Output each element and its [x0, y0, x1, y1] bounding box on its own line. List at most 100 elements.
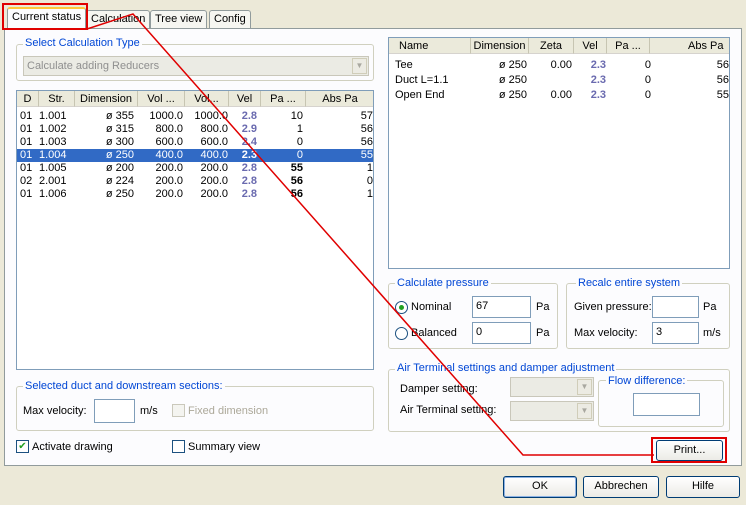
col-header-vel[interactable]: Vel	[229, 91, 261, 107]
cell-dim: ø 224	[105, 175, 134, 187]
calc-pressure-title: Calculate pressure	[395, 277, 491, 289]
col-header-vol1[interactable]: Vol ...	[138, 91, 185, 107]
cell-dim: ø 250	[105, 188, 134, 200]
tab-label: Calculation	[91, 13, 146, 25]
cell-vol2: 200.0	[200, 162, 228, 174]
flow-difference-field	[633, 393, 700, 416]
nominal-label: Nominal	[411, 301, 452, 313]
table-row[interactable]: 01 1.001 ø 355 1000.0 1000.0 2.8 10 57	[17, 110, 373, 123]
selected-max-velocity-field[interactable]	[94, 399, 135, 423]
cell-vol2: 400.0	[200, 149, 228, 161]
tab-label: Current status	[12, 11, 82, 23]
balanced-pressure-field[interactable]: 0	[472, 322, 531, 344]
table-row[interactable]: Tee ø 250 0.00 2.3 0 56	[389, 59, 729, 72]
recalc-max-velocity-label: Max velocity:	[574, 327, 638, 339]
nominal-unit: Pa	[536, 301, 550, 313]
table-row[interactable]: 02 2.001 ø 224 200.0 200.0 2.8 56 0	[17, 175, 373, 188]
activate-drawing-label: Activate drawing	[32, 441, 113, 453]
ok-button[interactable]: OK	[503, 476, 577, 498]
cell-abs: 56	[360, 136, 373, 148]
col-header-dimension[interactable]: Dimension	[471, 38, 529, 54]
cell-pa: 10	[290, 110, 303, 122]
table-row[interactable]: Open End ø 250 0.00 2.3 0 55	[389, 89, 729, 102]
table-row[interactable]: 01 1.002 ø 315 800.0 800.0 2.9 1 56	[17, 123, 373, 136]
chevron-down-icon: ▼	[577, 403, 592, 419]
calc-type-select[interactable]: Calculate adding Reducers ▼	[23, 56, 369, 76]
cell-pa: 55	[290, 162, 303, 174]
cell-vol1: 800.0	[155, 123, 183, 135]
nominal-pressure-field[interactable]: 67	[472, 296, 531, 318]
summary-view-label: Summary view	[188, 441, 261, 453]
col-header-zeta[interactable]: Zeta	[529, 38, 574, 54]
component-list[interactable]: Name Dimension Zeta Vel Pa ... Abs Pa Te…	[388, 37, 730, 269]
cell-zeta: 0.00	[550, 59, 572, 71]
cell-pa: 0	[644, 74, 651, 86]
tab-current-status[interactable]: Current status	[7, 7, 87, 30]
cell-vol1: 200.0	[155, 175, 183, 187]
cell-pa: 0	[644, 89, 651, 101]
cell-pa: 0	[296, 136, 303, 148]
col-header-name[interactable]: Name	[389, 38, 471, 54]
fixed-dimension-checkbox[interactable]	[172, 404, 185, 417]
help-button[interactable]: Hilfe	[666, 476, 740, 498]
balanced-radio[interactable]	[395, 327, 408, 340]
cell-d: 01	[20, 123, 33, 135]
cell-dim: ø 300	[105, 136, 134, 148]
damper-setting-select[interactable]: ▼	[510, 377, 594, 397]
calc-type-value: Calculate adding Reducers	[27, 60, 160, 72]
cell-pa: 56	[290, 188, 303, 200]
col-header-d[interactable]: D	[17, 91, 39, 107]
cell-vol2: 200.0	[200, 188, 228, 200]
table-row[interactable]: 01 1.005 ø 200 200.0 200.0 2.8 55 1	[17, 162, 373, 175]
cancel-button[interactable]: Abbrechen	[583, 476, 659, 498]
cell-vel: 2.4	[241, 136, 257, 148]
selected-duct-title: Selected duct and downstream sections:	[23, 380, 225, 392]
cell-vol1: 1000.0	[149, 110, 183, 122]
cell-name: Open End	[395, 89, 445, 101]
col-header-vel[interactable]: Vel	[574, 38, 607, 54]
tab-label: Config	[214, 13, 246, 25]
cell-d: 01	[20, 188, 33, 200]
duct-list[interactable]: D Str. Dimension Vol ... Vol... Vel Pa .…	[16, 90, 374, 370]
terminal-setting-select[interactable]: ▼	[510, 401, 594, 421]
col-header-pa[interactable]: Pa ...	[261, 91, 306, 107]
cell-vel: 2.8	[241, 110, 257, 122]
nominal-radio[interactable]	[395, 301, 408, 314]
damper-setting-label: Damper setting:	[400, 383, 478, 395]
col-header-vol2[interactable]: Vol...	[185, 91, 229, 107]
air-terminal-title: Air Terminal settings and damper adjustm…	[395, 362, 617, 374]
table-row[interactable]: 01 1.003 ø 300 600.0 600.0 2.4 0 56	[17, 136, 373, 149]
cell-name: Duct L=1.1	[395, 74, 449, 86]
tab-calculation[interactable]: Calculation	[86, 10, 151, 28]
col-header-pa[interactable]: Pa ...	[607, 38, 650, 54]
given-pressure-field[interactable]	[652, 296, 699, 318]
cell-vel: 2.8	[241, 162, 257, 174]
cell-vel: 2.8	[241, 175, 257, 187]
print-button[interactable]: Print...	[656, 440, 723, 461]
cell-abs: 55	[716, 89, 729, 101]
col-header-dimension[interactable]: Dimension	[75, 91, 138, 107]
cell-str: 1.005	[39, 162, 67, 174]
col-header-abs-pa[interactable]: Abs Pa	[650, 38, 729, 54]
recalc-max-velocity-field[interactable]: 3	[652, 322, 699, 344]
summary-view-checkbox[interactable]	[172, 440, 185, 453]
recalc-title: Recalc entire system	[576, 277, 683, 289]
table-row[interactable]: 01 1.006 ø 250 200.0 200.0 2.8 56 1	[17, 188, 373, 201]
table-row[interactable]: 01 1.004 ø 250 400.0 400.0 2.3 0 55	[17, 149, 373, 162]
col-header-abs-pa[interactable]: Abs Pa	[306, 91, 373, 107]
table-row[interactable]: Duct L=1.1 ø 250 2.3 0 56	[389, 74, 729, 87]
tab-tree-view[interactable]: Tree view	[150, 10, 208, 28]
chevron-down-icon: ▼	[352, 58, 367, 74]
cell-vel: 2.9	[241, 123, 257, 135]
cell-abs: 56	[716, 59, 729, 71]
tab-config[interactable]: Config	[209, 10, 251, 28]
cell-dim: ø 250	[498, 89, 527, 101]
cell-vol1: 200.0	[155, 188, 183, 200]
col-header-str[interactable]: Str.	[39, 91, 75, 107]
activate-drawing-checkbox[interactable]: ✔	[16, 440, 29, 453]
cell-str: 1.006	[39, 188, 67, 200]
cell-vol1: 600.0	[155, 136, 183, 148]
cell-vol2: 600.0	[200, 136, 228, 148]
cell-str: 1.001	[39, 110, 67, 122]
cell-vel: 2.3	[590, 74, 606, 86]
